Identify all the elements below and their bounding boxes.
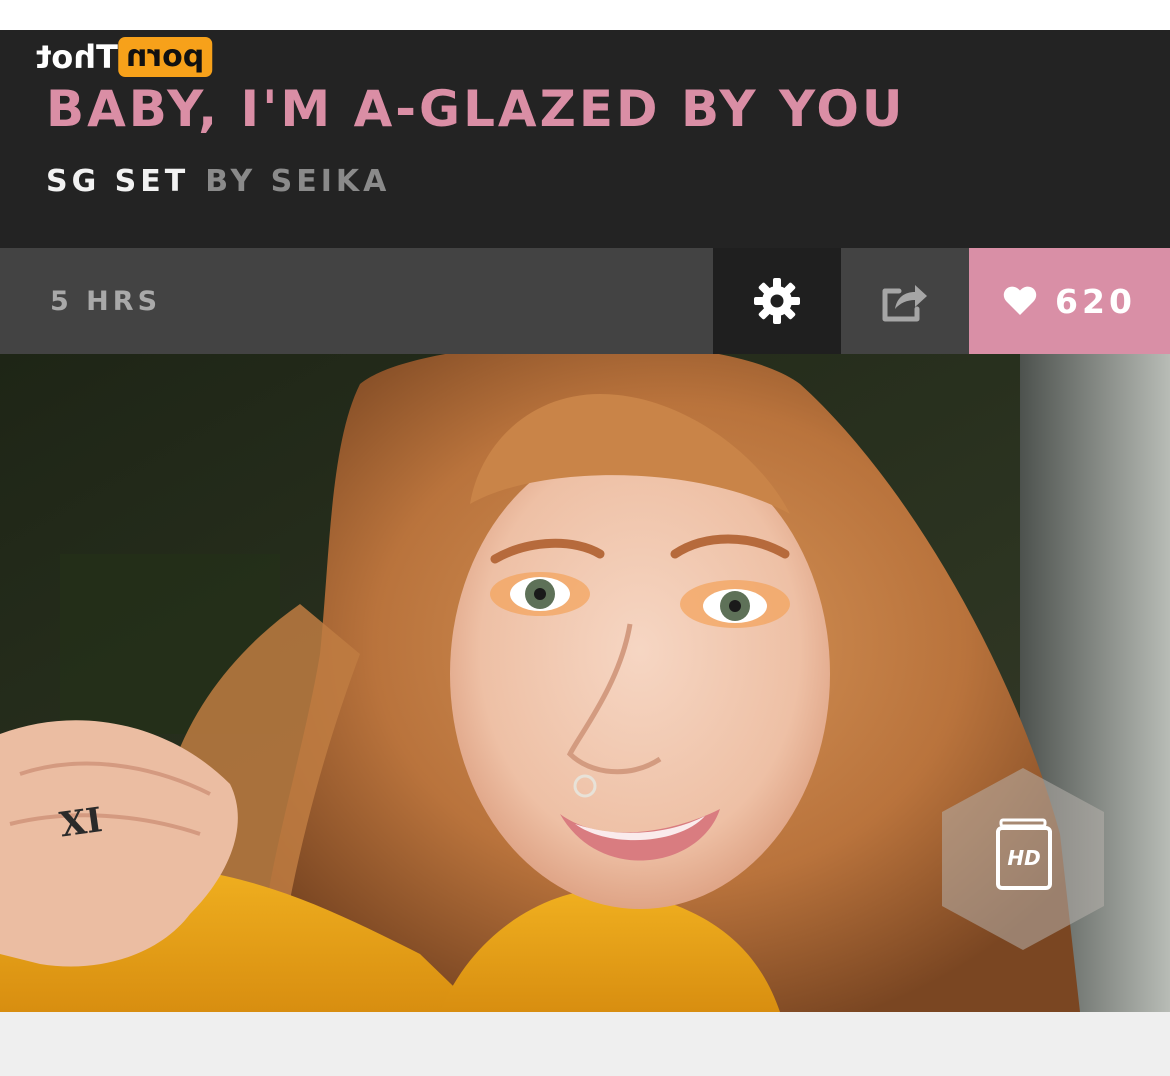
watermark-boxed-text: porn <box>117 37 213 77</box>
post-subtitle: SG SET BY SEIKA <box>46 164 390 199</box>
share-button[interactable] <box>841 248 969 354</box>
watermark-text: Thot <box>36 38 118 76</box>
post-category[interactable]: SG SET <box>46 164 189 199</box>
watermark-logo: Thot porn <box>34 36 213 78</box>
hd-badge-label: HD <box>1007 846 1040 870</box>
top-strip <box>0 0 1170 30</box>
settings-button[interactable] <box>713 248 841 354</box>
like-button[interactable]: 620 <box>969 248 1170 354</box>
hd-badge-icon: HD <box>942 768 1104 950</box>
svg-text:XI: XI <box>57 800 104 845</box>
like-count: 620 <box>1055 281 1136 321</box>
time-ago: 5 HRS <box>50 286 162 317</box>
share-icon <box>882 285 927 322</box>
meta-bar: 5 HRS 620 <box>0 248 1170 354</box>
post-title: BABY, I'M A-GLAZED BY YOU <box>46 80 906 138</box>
heart-icon <box>1003 286 1037 315</box>
post-author[interactable]: BY SEIKA <box>205 164 390 199</box>
time-box: 5 HRS <box>0 248 713 354</box>
hd-badge[interactable]: HD <box>938 766 1108 952</box>
gear-icon <box>754 278 800 324</box>
footer-area <box>0 1012 1170 1076</box>
